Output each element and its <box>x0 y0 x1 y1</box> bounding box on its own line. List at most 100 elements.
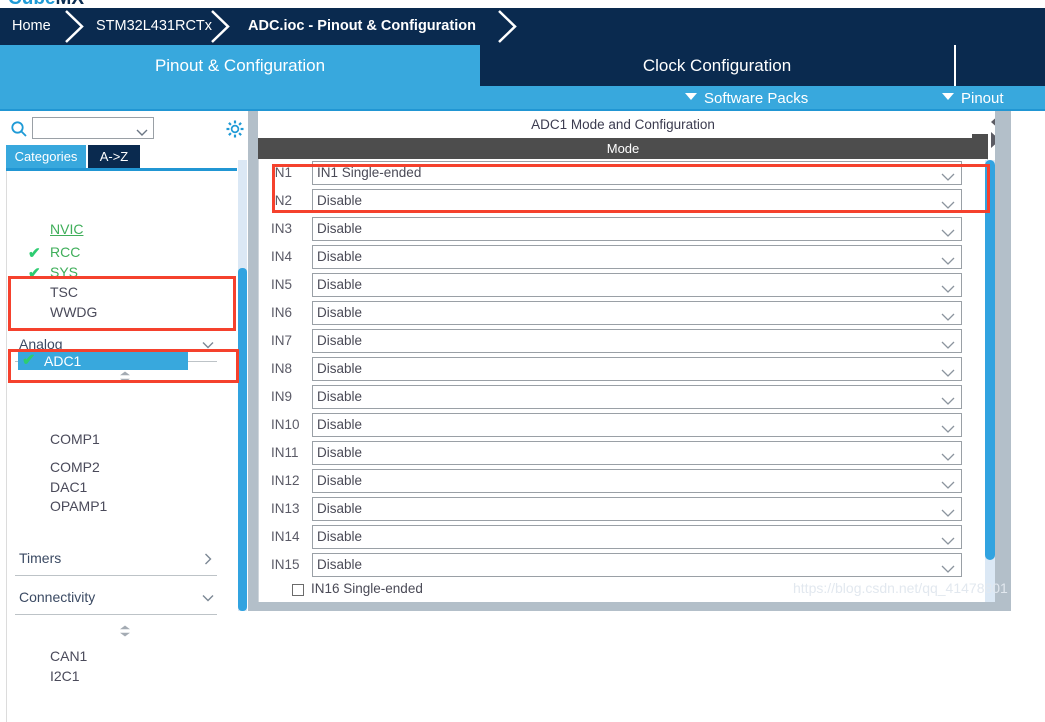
breadcrumb: Home STM32L431RCTx ADC.ioc - Pinout & Co… <box>0 8 1045 45</box>
scroll-spinner-icon[interactable] <box>117 624 133 637</box>
peripheral-item-dac1[interactable]: DAC1 <box>50 478 87 497</box>
software-packs-menu[interactable]: Software Packs <box>685 86 808 111</box>
mode-row-dropdown[interactable]: IN1 Single-ended <box>312 161 962 185</box>
mode-row: IN5 Disable <box>259 271 989 299</box>
peripheral-item-nvic[interactable]: NVIC <box>50 220 83 239</box>
mode-row-value: Disable <box>317 277 363 292</box>
chevron-down-icon <box>201 591 215 605</box>
chevron-down-icon <box>685 93 698 101</box>
peripheral-item-comp1[interactable]: COMP1 <box>50 430 100 449</box>
mode-row-dropdown[interactable]: Disable <box>312 245 962 269</box>
chevron-down-icon <box>941 281 955 293</box>
peripheral-item-wwdg[interactable]: WWDG <box>50 303 97 322</box>
mode-row-dropdown[interactable]: Disable <box>312 441 962 465</box>
mode-row-label: IN10 <box>271 417 300 432</box>
peripheral-item-adc1[interactable]: ✔ ADC1 <box>18 352 188 370</box>
check-icon: ✔ <box>22 352 36 369</box>
mode-row-value: Disable <box>317 389 363 404</box>
mode-row-label: IN1 <box>271 165 293 180</box>
chevron-down-icon <box>201 338 215 352</box>
checkbox-in16-single-ended[interactable] <box>292 584 304 596</box>
peripheral-list[interactable]: NVIC ✔ RCC ✔ SYS TSC WWDG Analog COMP1 COM… <box>6 171 237 722</box>
search-row <box>0 111 244 145</box>
tab-pinout-configuration[interactable]: Pinout & Configuration <box>0 45 480 86</box>
mode-row: IN11 Disable <box>259 439 989 467</box>
main-config-panel: ADC1 Mode and Configuration Mode IN1 IN1 … <box>258 111 1045 611</box>
mode-row: IN8 Disable <box>259 355 989 383</box>
chevron-down-icon <box>941 169 955 181</box>
mode-row: IN9 Disable <box>259 383 989 411</box>
main-scrollbar-thumb[interactable] <box>985 160 995 560</box>
mode-row-label: IN15 <box>271 557 300 572</box>
breadcrumb-item-mcu[interactable]: STM32L431RCTx <box>96 8 212 45</box>
check-icon: ✔ <box>28 265 41 282</box>
breadcrumb-item-home[interactable]: Home <box>12 8 51 45</box>
mode-row: IN13 Disable <box>259 495 989 523</box>
mode-row: IN4 Disable <box>259 243 989 271</box>
mode-row: IN10 Disable <box>259 411 989 439</box>
tab-extra[interactable] <box>956 45 1045 86</box>
mode-row-dropdown[interactable]: Disable <box>312 301 962 325</box>
pinout-menu[interactable]: Pinout <box>942 86 1004 111</box>
main-tab-bar: Pinout & Configuration Clock Configurati… <box>0 45 1045 86</box>
mode-row-dropdown[interactable]: Disable <box>312 385 962 409</box>
mode-row-dropdown[interactable]: Disable <box>312 217 962 241</box>
page-title: ADC1 Mode and Configuration <box>258 111 988 138</box>
peripheral-item-can1[interactable]: CAN1 <box>50 647 87 666</box>
mode-row-dropdown[interactable]: Disable <box>312 273 962 297</box>
chevron-down-icon <box>941 365 955 377</box>
mode-row-dropdown[interactable]: Disable <box>312 357 962 381</box>
mode-section-header: Mode <box>258 138 988 159</box>
sidebar-scrollbar-thumb[interactable] <box>238 268 247 611</box>
peripheral-item-i2c1[interactable]: I2C1 <box>50 667 80 686</box>
cubemx-logo: CubeMX <box>8 0 84 8</box>
chevron-down-icon <box>941 253 955 265</box>
mode-row-value: Disable <box>317 361 363 376</box>
tab-a-to-z[interactable]: A->Z <box>88 145 140 168</box>
tab-categories[interactable]: Categories <box>6 145 86 168</box>
breadcrumb-item-current[interactable]: ADC.ioc - Pinout & Configuration <box>248 8 476 45</box>
mode-row-dropdown[interactable]: Disable <box>312 329 962 353</box>
chevron-right-icon <box>201 552 215 566</box>
sub-tool-bar: Software Packs Pinout <box>0 86 1045 111</box>
mode-row-value: Disable <box>317 529 363 544</box>
panel-divider[interactable] <box>248 111 258 611</box>
section-header-timers[interactable]: Timers <box>15 546 217 576</box>
search-input[interactable] <box>32 117 154 139</box>
peripheral-label: ADC1 <box>44 353 82 369</box>
mode-row-value: Disable <box>317 501 363 516</box>
mode-row-label: IN11 <box>271 445 299 460</box>
gear-icon[interactable] <box>225 119 245 139</box>
mode-row-value: Disable <box>317 333 363 348</box>
main-right-gutter <box>995 111 1011 611</box>
mode-row-label: IN8 <box>271 361 293 376</box>
mode-row-value: IN1 Single-ended <box>317 165 422 180</box>
breadcrumb-chevron-icon <box>495 8 521 45</box>
mode-row-value: Disable <box>317 221 363 236</box>
peripheral-item-opamp1[interactable]: OPAMP1 <box>50 497 107 516</box>
peripheral-label: RCC <box>50 244 81 260</box>
mode-row: IN2 Disable <box>259 187 989 215</box>
mode-row-dropdown[interactable]: Disable <box>312 469 962 493</box>
chevron-down-icon <box>941 449 955 461</box>
mode-header-end-cap <box>972 134 988 148</box>
mode-row-dropdown[interactable]: Disable <box>312 413 962 437</box>
peripheral-label: SYS <box>50 264 79 280</box>
scroll-spinner-icon[interactable] <box>117 370 133 383</box>
mode-row-dropdown[interactable]: Disable <box>312 497 962 521</box>
mode-row: IN14 Disable <box>259 523 989 551</box>
chevron-down-icon <box>941 421 955 433</box>
mode-row-dropdown[interactable]: Disable <box>312 553 962 577</box>
mode-row-label: IN14 <box>271 529 300 544</box>
peripheral-item-comp2[interactable]: COMP2 <box>50 458 100 477</box>
tab-clock-configuration[interactable]: Clock Configuration <box>480 45 954 86</box>
search-icon[interactable] <box>10 120 28 138</box>
section-label-timers: Timers <box>19 550 62 566</box>
check-icon: ✔ <box>28 245 41 262</box>
mode-row-dropdown[interactable]: Disable <box>312 525 962 549</box>
mode-row-dropdown[interactable]: Disable <box>312 189 962 213</box>
chevron-down-icon <box>941 533 955 545</box>
peripheral-item-rcc[interactable]: ✔ RCC <box>28 243 81 262</box>
peripheral-item-sys[interactable]: ✔ SYS <box>28 263 79 282</box>
peripheral-item-tsc[interactable]: TSC <box>50 283 78 302</box>
